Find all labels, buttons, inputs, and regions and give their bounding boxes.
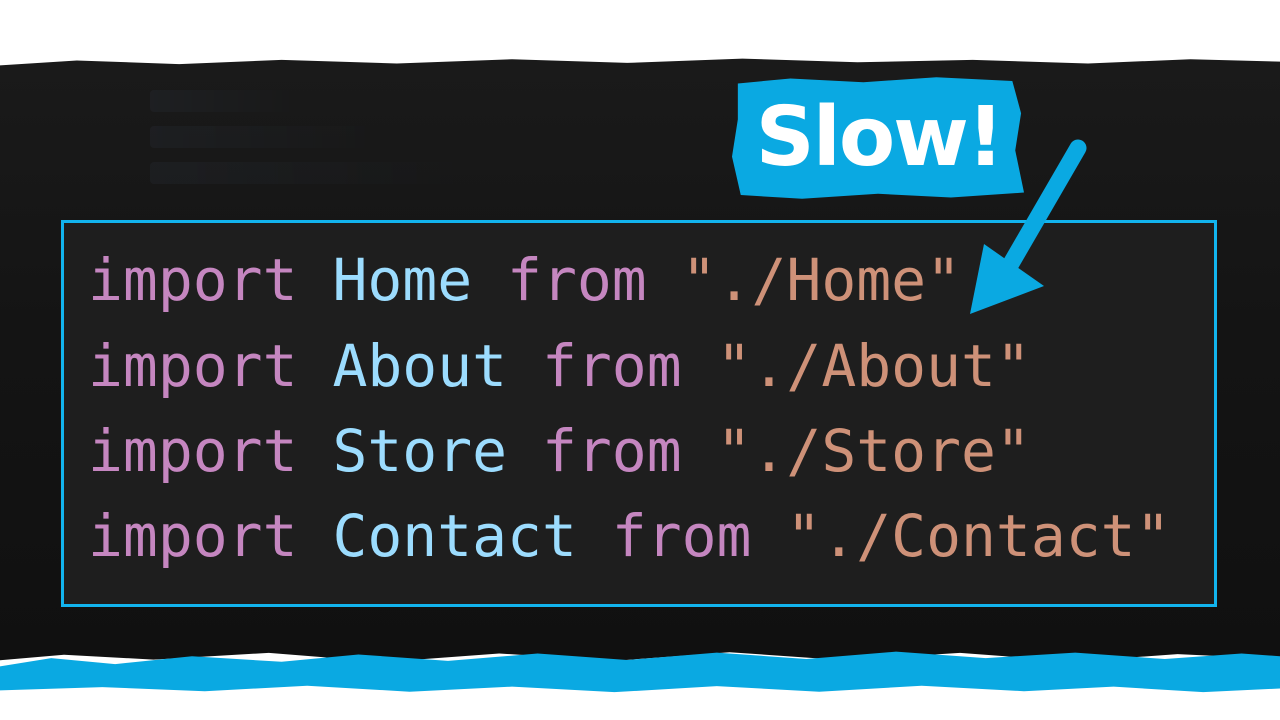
import-identifier: Home bbox=[332, 246, 473, 314]
import-keyword: import bbox=[88, 417, 298, 485]
from-keyword: from bbox=[541, 417, 682, 485]
from-keyword: from bbox=[541, 332, 682, 400]
import-path: "./Contact" bbox=[786, 502, 1171, 570]
import-keyword: import bbox=[88, 502, 298, 570]
from-keyword: from bbox=[611, 502, 752, 570]
import-identifier: Contact bbox=[332, 502, 577, 570]
import-keyword: import bbox=[88, 246, 298, 314]
thumbnail-canvas: import Home from "./Home" import About f… bbox=[0, 0, 1280, 720]
import-identifier: Store bbox=[332, 417, 508, 485]
import-path: "./Store" bbox=[716, 417, 1031, 485]
import-path: "./Home" bbox=[681, 246, 962, 314]
code-line: import Store from "./Store" bbox=[88, 416, 1031, 486]
blurred-background-code bbox=[150, 90, 750, 210]
code-line: import About from "./About" bbox=[88, 331, 1031, 401]
import-keyword: import bbox=[88, 332, 298, 400]
import-path: "./About" bbox=[716, 332, 1031, 400]
code-line: import Contact from "./Contact" bbox=[88, 501, 1171, 571]
code-line: import Home from "./Home" bbox=[88, 245, 961, 315]
import-identifier: About bbox=[332, 332, 508, 400]
from-keyword: from bbox=[507, 246, 647, 314]
arrow-down-left-icon bbox=[970, 139, 1087, 314]
